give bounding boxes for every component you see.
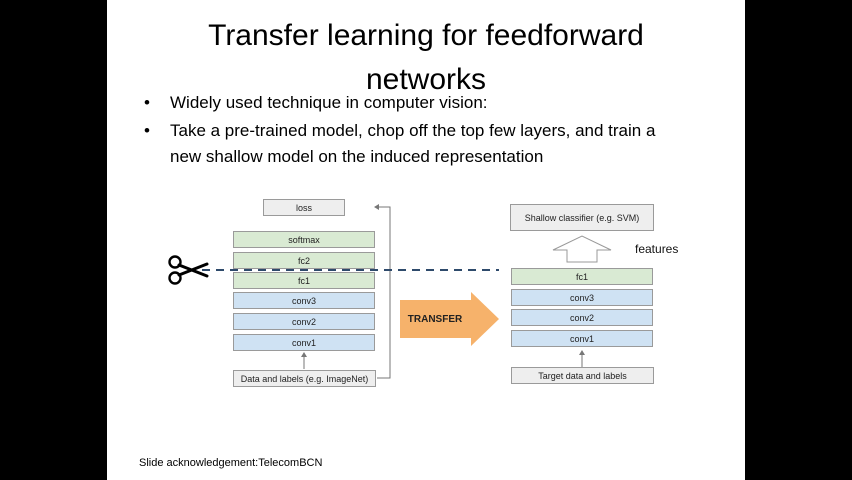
features-label: features <box>635 242 679 256</box>
conv3-layer: conv3 <box>511 289 653 306</box>
scissors-icon <box>168 255 209 285</box>
conv2-layer: conv2 <box>233 313 375 330</box>
transfer-label: TRANSFER <box>407 313 463 325</box>
slide: Transfer learning for feedforward networ… <box>107 0 745 480</box>
conv1-layer: conv1 <box>233 334 375 351</box>
conv1-layer: conv1 <box>511 330 653 347</box>
loss-layer: loss <box>263 199 345 216</box>
fc1-layer: fc1 <box>511 268 653 285</box>
diagram-connectors <box>168 204 612 379</box>
conv2-layer: conv2 <box>511 309 653 326</box>
softmax-layer: softmax <box>233 231 375 248</box>
input-data-box: Data and labels (e.g. ImageNet) <box>233 370 376 387</box>
input-to-conv1-arrowhead <box>301 352 307 357</box>
features-arrow <box>552 235 612 263</box>
target-input-arrowhead <box>579 350 585 355</box>
conv3-layer: conv3 <box>233 292 375 309</box>
labels-to-loss-arrowhead <box>374 204 379 210</box>
fc1-layer: fc1 <box>233 272 375 289</box>
acknowledgement: Slide acknowledgement:TelecomBCN <box>139 457 323 469</box>
fc2-layer: fc2 <box>233 252 375 269</box>
shallow-classifier-box: Shallow classifier (e.g. SVM) <box>510 204 654 231</box>
target-input-box: Target data and labels <box>511 367 654 384</box>
labels-to-loss-line <box>377 206 391 379</box>
